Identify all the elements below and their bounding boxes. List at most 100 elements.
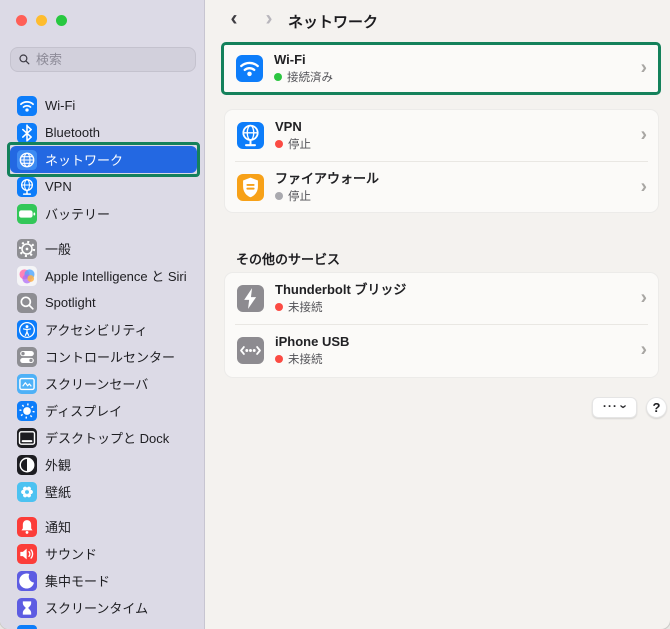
sidebar-list: Wi-Fi Bluetooth ネットワーク VPN バッテリー一般 Apple Inte… [7, 92, 200, 629]
sidebar-item-label: 壁紙 [45, 485, 72, 500]
sidebar-group: Wi-Fi Bluetooth ネットワーク VPN バッテリー [7, 92, 200, 227]
zoom-window-button[interactable] [56, 15, 67, 26]
sidebar-item-accessibility[interactable]: アクセシビリティ [10, 316, 197, 343]
globe-stand-icon [237, 122, 264, 149]
page-title: ネットワーク [288, 14, 379, 31]
sidebar: Wi-Fi Bluetooth ネットワーク VPN バッテリー一般 Apple Inte… [0, 0, 205, 629]
status-text: 未接続 [288, 353, 323, 366]
sun-icon [17, 400, 37, 421]
half-circle-icon [17, 454, 37, 475]
search-field[interactable] [10, 47, 196, 72]
chevron-right-icon: › [640, 124, 647, 146]
sidebar-item-screen-saver[interactable]: スクリーンセーバ [10, 370, 197, 397]
row-status: 未接続 [275, 299, 406, 315]
row-status: 停止 [275, 188, 379, 204]
speaker-icon [17, 543, 37, 564]
network-services-card: VPN 停止 › ファイアウォール 停止 › [224, 109, 659, 213]
gear-icon [17, 238, 37, 259]
sidebar-item-label: 外観 [45, 458, 72, 473]
chevron-right-icon: › [640, 287, 647, 309]
sidebar-item-apple-intelligence-siri[interactable]: Apple Intelligence と Siri [10, 262, 197, 289]
iphone-usb-row[interactable]: iPhone USB 未接続 › [225, 325, 658, 376]
sidebar-item-label: バッテリー [45, 207, 111, 222]
search-icon [19, 54, 30, 65]
accessibility-icon [17, 319, 37, 340]
row-texts: Wi-Fi 接続済み [274, 51, 333, 85]
status-text: 停止 [288, 138, 311, 151]
forward-button[interactable]: › [258, 7, 280, 31]
chevron-down-icon: › [616, 404, 632, 409]
moon-icon [17, 570, 37, 591]
row-title: VPN [275, 118, 302, 134]
status-dot [275, 302, 283, 311]
sidebar-item-label: Apple Intelligence と Siri [45, 269, 187, 284]
row-texts: VPN 停止 [275, 118, 311, 152]
sidebar-item-focus[interactable]: 集中モード [10, 567, 197, 594]
row-texts: iPhone USB 未接続 [275, 334, 349, 367]
sidebar-item-label: ディスプレイ [45, 404, 123, 419]
sidebar-item-appearance[interactable]: 外観 [10, 451, 197, 478]
more-options-button[interactable]: ··· › [592, 397, 637, 418]
sidebar-item-network[interactable]: ネットワーク [7, 142, 200, 177]
magnifier-icon [17, 292, 37, 313]
bluetooth-icon [17, 122, 37, 143]
status-text: 停止 [288, 190, 311, 203]
other-services-card: Thunderbolt ブリッジ 未接続 › iPhone USB 未接続 › [224, 272, 659, 378]
sidebar-item-vpn[interactable]: VPN [10, 173, 197, 200]
flower-icon [17, 481, 37, 502]
traffic-lights [16, 15, 67, 26]
sidebar-item-label: アクセシビリティ [45, 323, 148, 338]
toggles-icon [17, 346, 37, 367]
status-dot [275, 139, 283, 148]
sidebar-item-label: デスクトップと Dock [45, 431, 170, 446]
sidebar-item-control-center[interactable]: コントロールセンター [10, 343, 197, 370]
sidebar-item-label: VPN [45, 179, 72, 194]
vpn-row[interactable]: VPN 停止 › [225, 110, 658, 161]
firewall-row[interactable]: ファイアウォール 停止 › [225, 162, 658, 213]
minimize-window-button[interactable] [36, 15, 47, 26]
row-title: Wi-Fi [274, 51, 306, 67]
sidebar-item-battery[interactable]: バッテリー [10, 200, 197, 227]
sidebar-group: 通知 サウンド 集中モードスクリーンタイム [10, 513, 197, 621]
sidebar-item-label: 一般 [45, 242, 72, 257]
sidebar-item-bluetooth[interactable]: Bluetooth [10, 119, 197, 146]
sidebar-item-label: ネットワーク [45, 153, 124, 168]
row-texts: ファイアウォール 停止 [275, 171, 379, 204]
sidebar-item-wallpaper[interactable]: 壁紙 [10, 478, 197, 505]
sidebar-item-notifications[interactable]: 通知 [10, 513, 197, 540]
sidebar-item-desktop-dock[interactable]: デスクトップと Dock [10, 424, 197, 451]
sidebar-item-general[interactable]: 一般 [10, 235, 197, 262]
siri-icon [17, 265, 37, 286]
row-status: 接続済み [274, 69, 333, 85]
main-pane: ‹ › ネットワーク Wi-Fi 接続済み › VPN 停止 › ファイアウォール 停止 › … [206, 0, 670, 629]
wifi-row[interactable]: Wi-Fi 接続済み › [224, 45, 658, 92]
back-button[interactable]: ‹ [223, 7, 245, 31]
close-window-button[interactable] [16, 15, 27, 26]
status-dot [275, 354, 283, 363]
sidebar-item-label: スクリーンタイム [45, 601, 149, 616]
sidebar-item-label: スクリーンセーバ [45, 377, 149, 392]
sidebar-item-partial-icon [17, 625, 37, 629]
globe-stand-icon [17, 176, 37, 197]
sidebar-item-display[interactable]: ディスプレイ [10, 397, 197, 424]
screensaver-icon [17, 373, 37, 394]
ellipsis-icon: ··· [602, 399, 618, 413]
globe-icon [17, 149, 37, 170]
thunderbolt-bridge-row[interactable]: Thunderbolt ブリッジ 未接続 › [225, 273, 658, 324]
status-text: 接続済み [287, 71, 333, 84]
sidebar-item-spotlight[interactable]: Spotlight [10, 289, 197, 316]
firewall-icon [237, 174, 264, 201]
sidebar-item-label: Wi-Fi [45, 98, 76, 113]
help-button[interactable]: ? [646, 397, 667, 418]
sidebar-item-screen-time[interactable]: スクリーンタイム [10, 594, 197, 621]
sidebar-item-sound[interactable]: サウンド [10, 540, 197, 567]
desktop-dock-icon [17, 427, 37, 448]
sidebar-item-label: Spotlight [45, 295, 96, 310]
sidebar-item-wifi[interactable]: Wi-Fi [10, 92, 197, 119]
bell-icon [17, 516, 37, 537]
status-text: 未接続 [288, 301, 323, 314]
hourglass-icon [17, 597, 37, 618]
row-status: 停止 [275, 136, 311, 152]
bolt-icon [237, 285, 264, 312]
search-input[interactable] [36, 52, 188, 67]
